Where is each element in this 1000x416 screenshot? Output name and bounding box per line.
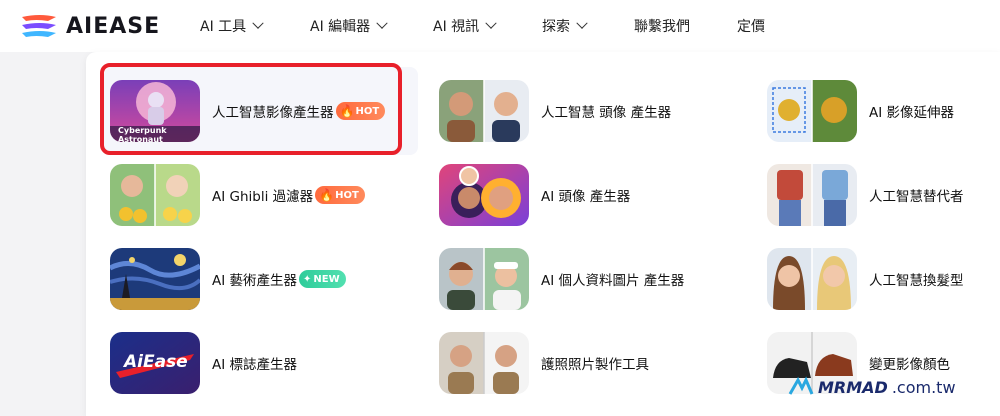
sparkle-icon: ✦ — [303, 273, 312, 285]
menu-item-ai-headshot-generator[interactable]: 人工智慧 頭像 產生器 — [439, 76, 671, 146]
top-navigation-bar: AIEASE AI 工具 AI 編輯器 AI 視訊 探索 聯繫我們 定價 — [0, 0, 1000, 52]
thumbnail-headshot — [439, 80, 529, 142]
hot-badge: 🔥 HOT — [335, 102, 386, 120]
nav-contact[interactable]: 聯繫我們 — [634, 16, 690, 36]
menu-item-label: 人工智慧 頭像 產生器 — [541, 105, 672, 121]
watermark: MRMAD .com.tw — [788, 376, 956, 398]
nav-label: AI 工具 — [200, 19, 247, 35]
thumbnail-passport-photo — [439, 332, 529, 394]
nav-ai-editor[interactable]: AI 編輯器 — [310, 16, 388, 36]
nav-label: 聯繫我們 — [634, 19, 690, 35]
menu-item-label: AI 影像延伸器 — [869, 105, 955, 121]
nav-pricing[interactable]: 定價 — [737, 16, 765, 36]
watermark-domain: .com.tw — [891, 377, 956, 397]
watermark-brand: MRMAD — [818, 377, 888, 397]
menu-item-label: 變更影像顏色 — [869, 357, 950, 373]
menu-item-label: AI 藝術產生器 — [212, 273, 298, 289]
menu-item-ai-hairstyle-changer[interactable]: 人工智慧換髮型 — [767, 244, 964, 314]
nav-label: 定價 — [737, 19, 765, 35]
flame-icon: 🔥 — [319, 188, 335, 202]
menu-item-ai-clothes-changer[interactable]: 人工智慧替代者 — [767, 160, 964, 230]
menu-item-label: AI 標誌產生器 — [212, 357, 298, 373]
thumbnail-caption: AiEase — [124, 352, 188, 372]
nav-ai-video[interactable]: AI 視訊 — [433, 16, 497, 36]
thumbnail-profile-picture — [439, 248, 529, 310]
menu-item-ai-art-generator[interactable]: AI 藝術產生器 ✦ NEW — [110, 244, 346, 314]
menu-item-label: 人工智慧換髮型 — [869, 273, 964, 289]
chevron-down-icon — [252, 17, 264, 29]
logo-icon — [22, 15, 56, 37]
menu-item-ai-image-extender[interactable]: AI 影像延伸器 — [767, 76, 954, 146]
menu-item-label: 護照照片製作工具 — [541, 357, 649, 373]
chevron-down-icon — [576, 17, 588, 29]
menu-item-label: 人工智慧影像產生器 — [212, 105, 334, 121]
menu-item-passport-photo-maker[interactable]: 護照照片製作工具 — [439, 328, 649, 398]
chevron-down-icon — [485, 17, 497, 29]
thumbnail-ghibli — [110, 164, 200, 226]
thumbnail-avatar — [439, 164, 529, 226]
menu-item-label: AI Ghibli 過濾器 — [212, 189, 314, 205]
flame-icon: 🔥 — [339, 104, 355, 118]
watermark-logo-icon — [788, 376, 814, 395]
hot-badge: 🔥 HOT — [315, 186, 365, 204]
menu-item-ghibli-filter[interactable]: AI Ghibli 過濾器 🔥 HOT — [110, 160, 365, 230]
nav-label: 探索 — [542, 19, 570, 35]
menu-item-label: AI 個人資料圖片 產生器 — [541, 273, 685, 289]
thumbnail-hairstyle — [767, 248, 857, 310]
nav-explore[interactable]: 探索 — [542, 16, 588, 36]
thumbnail-caption: Cyberpunk Astronaut — [118, 126, 167, 142]
menu-item-ai-avatar-generator[interactable]: AI 頭像 產生器 — [439, 160, 630, 230]
nav-ai-tools[interactable]: AI 工具 — [200, 16, 264, 36]
thumbnail-starry-night — [110, 248, 200, 310]
menu-item-label: AI 頭像 產生器 — [541, 189, 631, 205]
menu-item-ai-profile-picture-generator[interactable]: AI 個人資料圖片 產生器 — [439, 244, 684, 314]
thumbnail-clothes-changer — [767, 164, 857, 226]
thumbnail-image-extender — [767, 80, 857, 142]
nav-label: AI 編輯器 — [310, 19, 371, 35]
thumbnail-aiease-logo: AiEase — [110, 332, 200, 394]
brand-logo[interactable]: AIEASE — [20, 12, 160, 40]
brand-name: AIEASE — [66, 13, 161, 39]
menu-item-label: 人工智慧替代者 — [869, 189, 964, 205]
thumbnail-astronaut: Cyberpunk Astronaut — [110, 80, 200, 142]
chevron-down-icon — [376, 17, 388, 29]
menu-item-ai-image-generator[interactable]: Cyberpunk Astronaut 人工智慧影像產生器 🔥 HOT — [110, 76, 386, 146]
menu-item-ai-logo-generator[interactable]: AiEase AI 標誌產生器 — [110, 328, 297, 398]
nav-label: AI 視訊 — [433, 19, 480, 35]
new-badge: ✦ NEW — [299, 270, 346, 288]
